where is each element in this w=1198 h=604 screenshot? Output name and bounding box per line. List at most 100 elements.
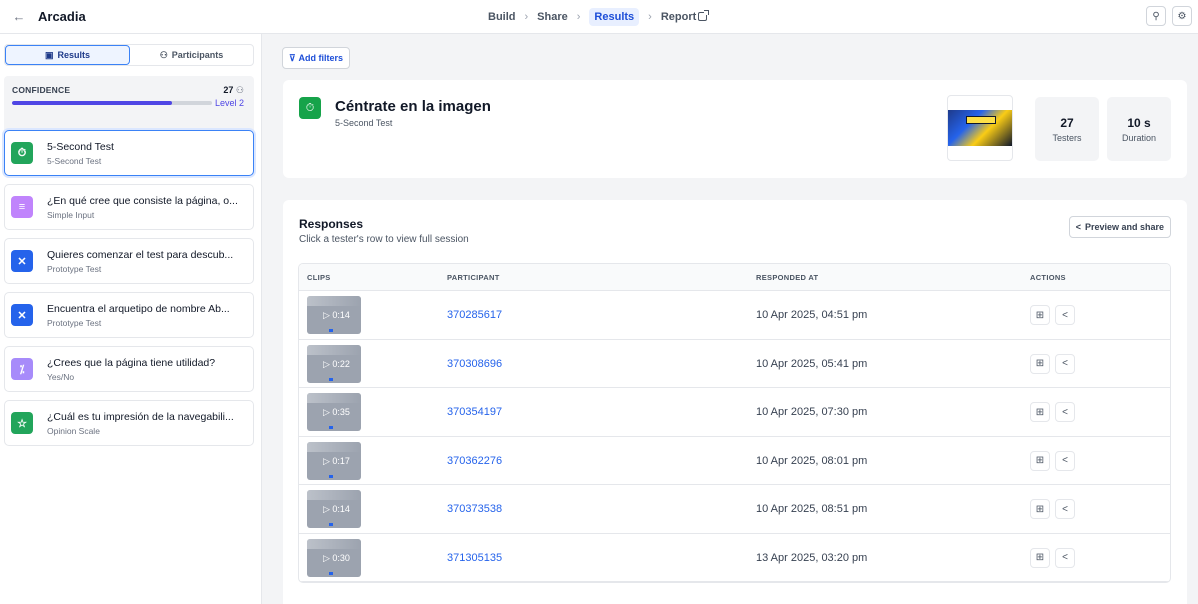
header-actions: ACTIONS	[1030, 273, 1066, 282]
top-bar: ← Arcadia Build › Share › Results › Repo…	[0, 0, 1198, 34]
question-card[interactable]: ✕ Encuentra el arquetipo de nombre Ab... P…	[4, 292, 254, 338]
back-arrow-icon[interactable]: ←	[10, 8, 28, 26]
app-title: Arcadia	[38, 9, 86, 24]
text-input-icon: ≡	[11, 196, 33, 218]
clip-thumbnail[interactable]: ▷ 0:30	[307, 538, 361, 577]
test-title: Céntrate en la imagen	[335, 98, 491, 115]
tab-results-label: Results	[57, 50, 91, 60]
clip-thumbnail[interactable]: ▷ 0:17	[307, 441, 361, 480]
view-session-icon[interactable]: ⊞	[1030, 305, 1050, 325]
yes-no-icon: ⁒	[11, 358, 33, 380]
test-image-thumbnail[interactable]	[947, 95, 1013, 161]
sidebar: ▣ Results ⚇ Participants CONFIDENCE 27 ⚇…	[0, 34, 262, 604]
duration-value: 10 s	[1127, 116, 1151, 130]
test-summary-card: ⏱ Céntrate en la imagen 5-Second Test 27…	[283, 80, 1187, 178]
duration-stat: 10 s Duration	[1107, 97, 1171, 161]
clip-duration: ▷ 0:22	[323, 358, 350, 369]
clip-duration: ▷ 0:35	[323, 407, 350, 417]
confidence-progress-fill	[12, 101, 172, 105]
share-icon[interactable]: <	[1055, 353, 1075, 374]
participant-id[interactable]: 370373538	[447, 503, 502, 515]
table-row[interactable]: ▷ 0:30 371305135 13 Apr 2025, 03:20 pm ⊞ <	[299, 534, 1170, 582]
question-type: Simple Input	[47, 210, 95, 220]
confidence-count-value: 27	[223, 85, 234, 95]
preview-and-share-button[interactable]: < Preview and share	[1068, 216, 1171, 238]
table-header: CLIPS PARTICIPANT RESPONDED AT ACTIONS	[299, 264, 1170, 291]
header-clips: CLIPS	[307, 273, 331, 282]
testers-value: 27	[1060, 116, 1074, 130]
question-type: Prototype Test	[47, 318, 102, 328]
tab-participants[interactable]: ⚇ Participants	[130, 45, 253, 65]
clip-duration: ▷ 0:30	[323, 552, 350, 563]
thumbnail-image	[948, 110, 1012, 146]
table-row[interactable]: ▷ 0:14 370373538 10 Apr 2025, 08:51 pm ⊞ <	[299, 485, 1170, 534]
chevron-right-icon: ›	[524, 11, 529, 23]
table-body: ▷ 0:14 370285617 10 Apr 2025, 04:51 pm ⊞ < ▷ …	[299, 291, 1170, 582]
prototype-icon: ✕	[11, 304, 33, 326]
share-icon[interactable]: <	[1055, 547, 1075, 568]
share-icon[interactable]: <	[1055, 305, 1075, 325]
question-card[interactable]: ⏱ 5-Second Test 5-Second Test	[4, 130, 254, 176]
responded-at: 10 Apr 2025, 04:51 pm	[756, 309, 868, 321]
clip-thumbnail[interactable]: ▷ 0:14	[307, 490, 361, 528]
chevron-right-icon: ›	[576, 11, 581, 23]
users-icon: ⚇	[235, 85, 244, 95]
filter-icon: ⊽	[288, 52, 296, 63]
participant-id[interactable]: 370362276	[447, 455, 502, 467]
confidence-label: CONFIDENCE	[12, 85, 71, 95]
clip-thumbnail[interactable]: ▷ 0:22	[307, 344, 361, 383]
timer-icon: ⏱	[299, 97, 321, 119]
user-icon[interactable]: ⚲	[1146, 6, 1166, 26]
step-share[interactable]: Share	[537, 11, 568, 23]
question-title: Quieres comenzar el test para descub...	[47, 249, 234, 261]
question-card[interactable]: ☆ ¿Cuál es tu impresión de la navegabili.…	[4, 400, 254, 446]
question-card[interactable]: ≡ ¿En qué cree que consiste la página, o.…	[4, 184, 254, 230]
table-row[interactable]: ▷ 0:22 370308696 10 Apr 2025, 05:41 pm ⊞ <	[299, 340, 1170, 388]
step-report-label: Report	[660, 11, 697, 23]
star-icon: ☆	[11, 412, 33, 434]
responded-at: 10 Apr 2025, 08:01 pm	[756, 454, 868, 467]
step-results[interactable]: Results	[589, 8, 640, 26]
participant-id[interactable]: 371305135	[447, 552, 502, 564]
clip-thumbnail[interactable]: ▷ 0:35	[307, 393, 361, 431]
table-row[interactable]: ▷ 0:17 370362276 10 Apr 2025, 08:01 pm ⊞ <	[299, 437, 1170, 485]
chevron-right-icon: ›	[648, 11, 652, 23]
share-icon[interactable]: <	[1055, 402, 1075, 422]
participant-id[interactable]: 370354197	[447, 406, 502, 418]
participant-id[interactable]: 370308696	[447, 358, 502, 370]
timer-icon: ⏱	[11, 142, 33, 164]
view-session-icon[interactable]: ⊞	[1030, 402, 1050, 422]
question-title: Encuentra el arquetipo de nombre Ab...	[47, 303, 230, 315]
step-report[interactable]: Report	[660, 10, 710, 23]
table-row[interactable]: ▷ 0:35 370354197 10 Apr 2025, 07:30 pm ⊞ <	[299, 388, 1170, 437]
responded-at: 10 Apr 2025, 08:51 pm	[756, 503, 868, 515]
view-session-icon[interactable]: ⊞	[1030, 353, 1050, 374]
clip-duration: ▷ 0:14	[323, 310, 350, 320]
gear-icon[interactable]: ⚙	[1172, 6, 1192, 26]
table-row[interactable]: ▷ 0:14 370285617 10 Apr 2025, 04:51 pm ⊞ <	[299, 291, 1170, 340]
testers-stat: 27 Testers	[1035, 97, 1099, 161]
tab-participants-label: Participants	[171, 50, 224, 60]
share-icon[interactable]: <	[1055, 450, 1075, 471]
step-build[interactable]: Build	[488, 11, 516, 23]
view-session-icon[interactable]: ⊞	[1030, 450, 1050, 471]
add-filters-button[interactable]: ⊽ Add filters	[282, 47, 350, 69]
preview-and-share-label: Preview and share	[1084, 222, 1164, 232]
testers-label: Testers	[1052, 133, 1082, 143]
question-title: ¿Crees que la página tiene utilidad?	[47, 357, 216, 369]
participant-id[interactable]: 370285617	[447, 309, 502, 321]
view-session-icon[interactable]: ⊞	[1030, 547, 1050, 568]
responses-subtitle: Click a tester's row to view full sessio…	[299, 234, 469, 245]
question-card[interactable]: ⁒ ¿Crees que la página tiene utilidad? Yes…	[4, 346, 254, 392]
responded-at: 10 Apr 2025, 07:30 pm	[756, 406, 868, 418]
question-type: Opinion Scale	[47, 426, 100, 436]
question-card[interactable]: ✕ Quieres comenzar el test para descub...…	[4, 238, 254, 284]
tab-results[interactable]: ▣ Results	[5, 45, 130, 65]
clip-thumbnail[interactable]: ▷ 0:14	[307, 296, 361, 334]
question-type: Prototype Test	[47, 264, 102, 274]
view-session-icon[interactable]: ⊞	[1030, 499, 1050, 519]
add-filters-label: Add filters	[298, 53, 344, 63]
question-title: 5-Second Test	[47, 141, 114, 153]
users-icon: ⚇	[159, 49, 168, 60]
share-icon[interactable]: <	[1055, 499, 1075, 519]
